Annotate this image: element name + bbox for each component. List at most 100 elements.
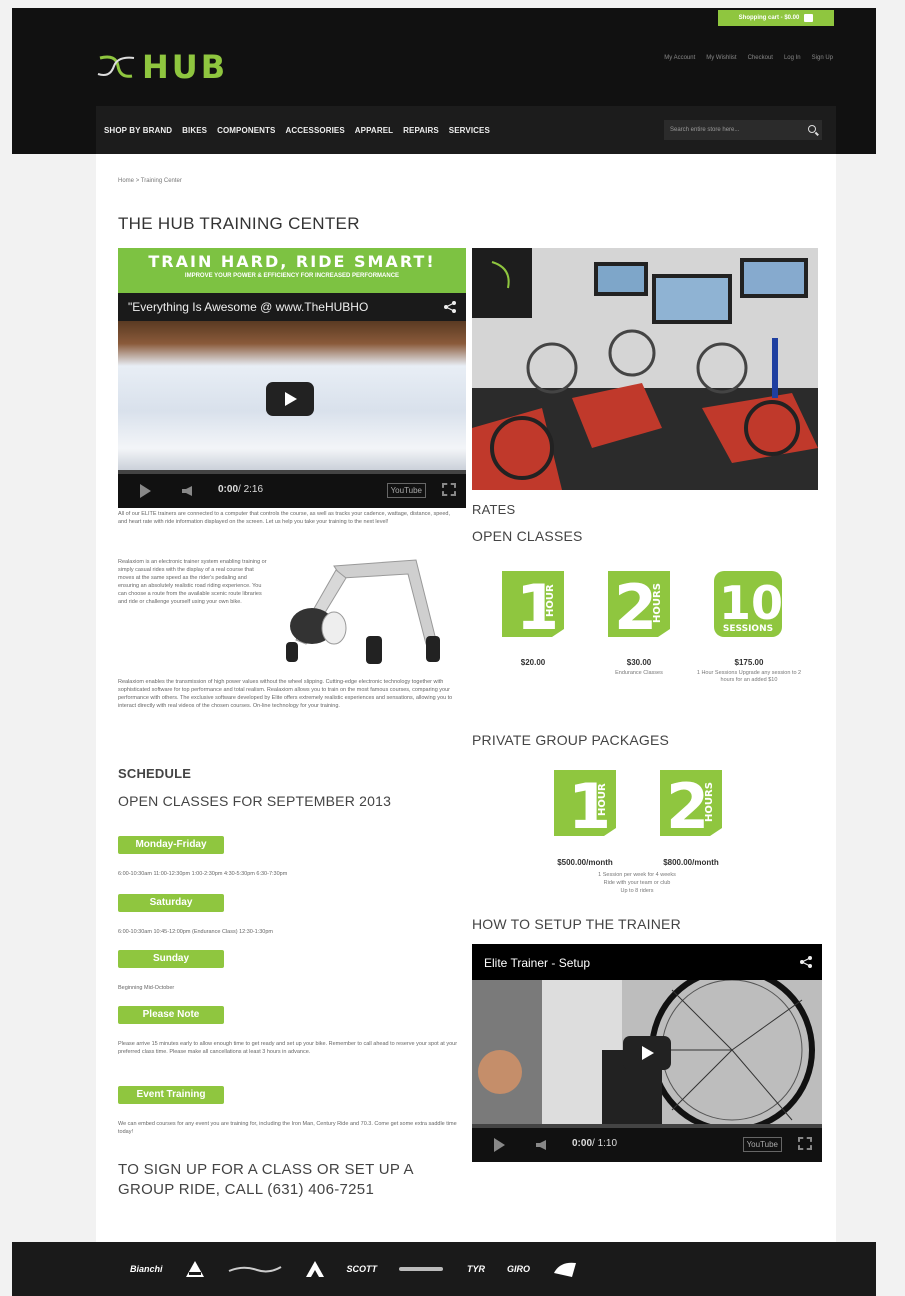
ten-sessions-badge: 10 SESSIONS [714, 571, 783, 637]
shopping-cart-button[interactable]: Shopping cart - $0.00 [718, 10, 834, 26]
fullscreen-icon[interactable] [798, 1137, 812, 1150]
search-icon[interactable] [808, 125, 816, 133]
sign-up-link[interactable]: Sign Up [812, 55, 833, 61]
badge-number: 10 [719, 576, 783, 630]
logo-text: HUB [142, 48, 229, 86]
progress-bar[interactable] [472, 1124, 822, 1128]
schedule-label-weekdays: Monday-Friday [118, 836, 224, 854]
badge-unit: HOURS [704, 782, 715, 822]
play-button[interactable] [266, 382, 314, 416]
banner-headline: TRAIN HARD, RIDE SMART! [148, 252, 436, 271]
badge-unit: SESSIONS [723, 624, 773, 634]
private-note-2: Ride with your team or club [603, 880, 671, 886]
share-icon[interactable] [800, 956, 812, 968]
breadcrumb-separator: > [135, 178, 140, 184]
brand-bianchi[interactable]: Bianchi [130, 1264, 163, 1274]
realaxiom-description: Realaxiom is an electronic trainer syste… [118, 559, 267, 605]
time-current: 0:00 [572, 1138, 593, 1149]
schedule-heading: SCHEDULE [118, 766, 192, 781]
account-links: My Account My Wishlist Checkout Log In S… [664, 55, 833, 61]
setup-video-title[interactable]: Elite Trainer - Setup [472, 944, 822, 980]
setup-heading: HOW TO SETUP THE TRAINER [472, 916, 681, 932]
video-time: 0:00/ 1:10 [572, 1138, 617, 1149]
badge-unit: HOURS [652, 583, 663, 623]
rates-heading: RATES [472, 502, 516, 517]
youtube-logo[interactable]: YouTube [742, 1137, 782, 1152]
brand-giro[interactable]: GIRO [507, 1264, 530, 1274]
volume-icon[interactable] [536, 1140, 546, 1150]
brand-footer: Bianchi SCOTT TYR GIRO [12, 1242, 876, 1296]
brand-logo-script[interactable] [227, 1263, 283, 1275]
schedule-saturday-times: 6:00-10:30am 10:45-12:00pm (Endurance Cl… [118, 929, 274, 935]
log-in-link[interactable]: Log In [784, 55, 801, 61]
brand-logo-wordmark[interactable] [399, 1264, 445, 1274]
realaxiom-details: Realaxiom enables the transmission of hi… [118, 679, 453, 709]
please-note-text: Please arrive 15 minutes early to allow … [118, 1041, 458, 1055]
badge-unit: HOUR [597, 783, 608, 816]
main-nav: SHOP BY BRAND BIKES COMPONENTS ACCESSORI… [96, 106, 836, 154]
nav-shop-by-brand[interactable]: SHOP BY BRAND [104, 126, 172, 135]
cart-label: Shopping cart - $0.00 [738, 15, 800, 21]
setup-video-player[interactable]: Elite Trainer - Setup 0:00/ 1:10 YouTube [472, 944, 822, 1162]
nav-apparel[interactable]: APPAREL [355, 126, 393, 135]
video-title[interactable]: "Everything Is Awesome @ www.TheHUBHO [118, 293, 466, 321]
banner-subline: IMPROVE YOUR POWER & EFFICIENCY FOR INCR… [184, 273, 400, 279]
brand-tyr[interactable]: TYR [467, 1264, 485, 1274]
nav-bikes[interactable]: BIKES [182, 126, 207, 135]
promo-banner: TRAIN HARD, RIDE SMART! IMPROVE YOUR POW… [118, 248, 466, 293]
nav-services[interactable]: SERVICES [449, 126, 490, 135]
schedule-label-sunday: Sunday [118, 950, 224, 968]
time-total: / 2:16 [238, 484, 264, 495]
search-placeholder: Search entire store here... [670, 127, 740, 133]
price-10-sessions-note: 1 Hour Sessions Upgrade any session to 2… [696, 670, 802, 683]
trainer-description: All of our ELITE trainers are connected … [118, 511, 451, 525]
badge-number: 2 [666, 770, 709, 840]
video-controls: 0:00/ 1:10 YouTube [472, 1124, 822, 1162]
page-title: THE HUB TRAINING CENTER [118, 214, 360, 233]
share-icon[interactable] [444, 301, 456, 313]
my-account-link[interactable]: My Account [664, 55, 695, 61]
shopping-bag-icon [804, 14, 814, 22]
play-icon[interactable] [140, 484, 151, 498]
signup-callout: TO SIGN UP FOR A CLASS OR SET UP A GROUP… [118, 1161, 414, 1198]
my-wishlist-link[interactable]: My Wishlist [706, 55, 736, 61]
time-total: / 1:10 [592, 1138, 618, 1149]
trainer-image [276, 556, 448, 674]
private-price-1-hour: $500.00/month [557, 858, 613, 867]
badge-number: 2 [614, 571, 657, 641]
schedule-weekdays-times: 6:00-10:30am 11:00-12:30pm 1:00-2:30pm 4… [118, 871, 288, 877]
nav-components[interactable]: COMPONENTS [217, 126, 275, 135]
fullscreen-icon[interactable] [442, 483, 456, 496]
price-1-hour: $20.00 [520, 658, 546, 667]
brand-scott[interactable]: SCOTT [347, 1264, 378, 1274]
volume-icon[interactable] [182, 486, 192, 496]
nav-accessories[interactable]: ACCESSORIES [285, 126, 344, 135]
open-classes-heading: OPEN CLASSES [472, 528, 583, 544]
breadcrumb: Home > Training Center [118, 178, 182, 184]
private-group-heading: PRIVATE GROUP PACKAGES [472, 732, 670, 748]
please-note-label: Please Note [118, 1006, 224, 1024]
video-controls: 0:00/ 2:16 YouTube [118, 470, 466, 508]
nav-repairs[interactable]: REPAIRS [403, 126, 439, 135]
search-input[interactable]: Search entire store here... [664, 120, 822, 140]
brand-logo-triangle[interactable] [185, 1260, 205, 1278]
play-icon[interactable] [494, 1138, 505, 1152]
two-hours-badge: 2 HOURS [608, 571, 670, 641]
video-time: 0:00/ 2:16 [218, 484, 263, 495]
breadcrumb-home[interactable]: Home [118, 178, 134, 184]
private-one-hour-badge: 1 HOUR [554, 770, 616, 840]
youtube-logo[interactable]: YouTube [386, 483, 426, 498]
private-two-hours-badge: 2 HOURS [660, 770, 722, 840]
breadcrumb-current: Training Center [140, 178, 182, 184]
schedule-label-saturday: Saturday [118, 894, 224, 912]
training-video-player[interactable]: TRAIN HARD, RIDE SMART! IMPROVE YOUR POW… [118, 248, 466, 508]
schedule-sunday-text: Beginning Mid-October [118, 985, 175, 991]
brand-logo-crest[interactable] [552, 1259, 578, 1279]
checkout-link[interactable]: Checkout [748, 55, 773, 61]
private-price-2-hours: $800.00/month [663, 858, 719, 867]
main-content: Home > Training Center THE HUB TRAINING … [96, 154, 836, 1242]
progress-bar[interactable] [118, 470, 466, 474]
play-button[interactable] [623, 1036, 671, 1070]
brand-logo-peak[interactable] [305, 1260, 325, 1278]
site-logo[interactable]: HUB [96, 48, 228, 86]
